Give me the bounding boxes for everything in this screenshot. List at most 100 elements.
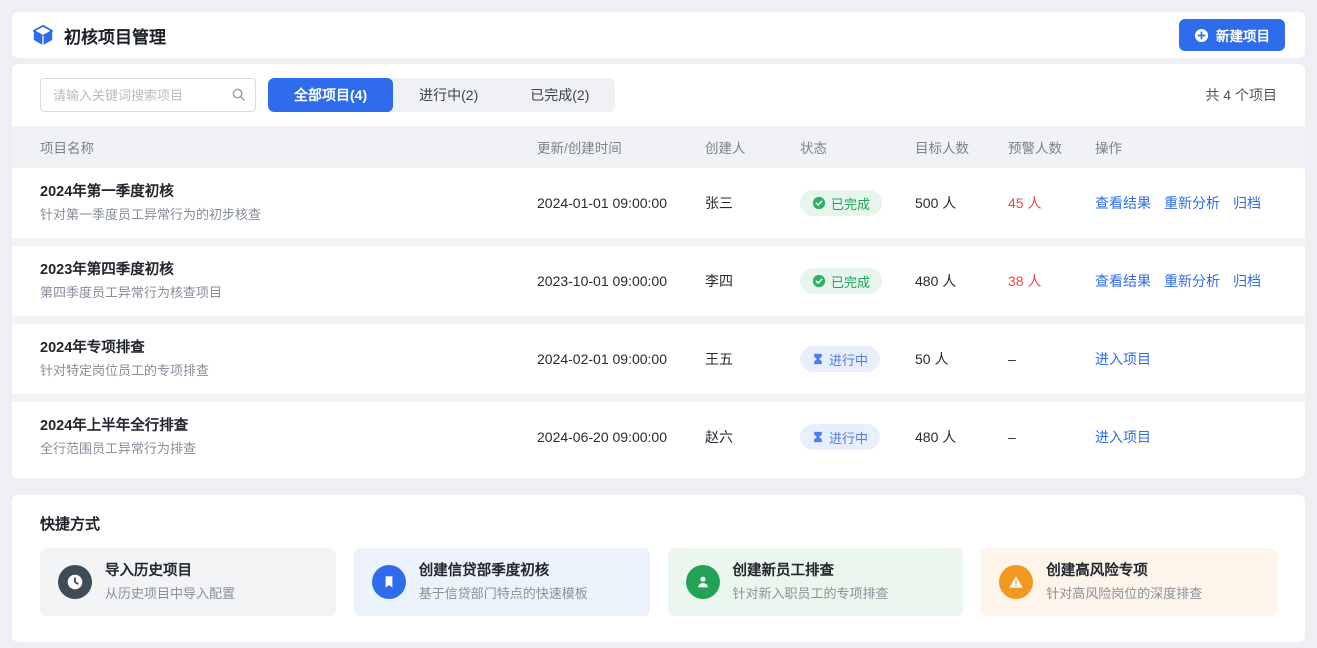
project-desc: 第四季度员工异常行为核查项目 bbox=[40, 286, 537, 299]
project-name: 2024年专项排查 bbox=[40, 341, 537, 356]
shortcut-desc: 针对高风险岗位的深度排查 bbox=[1046, 587, 1202, 600]
project-name-cell: 2024年专项排查 针对特定岗位员工的专项排查 bbox=[40, 341, 537, 378]
target-count: 480 人 bbox=[915, 427, 1008, 447]
project-creator: 李四 bbox=[705, 271, 800, 291]
archive-link[interactable]: 归档 bbox=[1233, 271, 1261, 291]
status-badge: 已完成 bbox=[800, 190, 882, 216]
search-icon bbox=[231, 87, 246, 107]
project-name: 2024年第一季度初核 bbox=[40, 185, 537, 200]
shortcut-credit-dept-review[interactable]: 创建信贷部季度初核 基于信贷部门特点的快速模板 bbox=[354, 548, 650, 616]
titlebar: 初核项目管理 新建项目 bbox=[12, 12, 1305, 58]
warning-icon bbox=[999, 565, 1033, 599]
status-badge: 进行中 bbox=[800, 424, 880, 450]
project-desc: 针对特定岗位员工的专项排查 bbox=[40, 364, 537, 377]
shortcut-text: 创建新员工排查 针对新入职员工的专项排查 bbox=[733, 564, 889, 600]
new-project-button[interactable]: 新建项目 bbox=[1179, 19, 1285, 51]
project-name: 2024年上半年全行排查 bbox=[40, 419, 537, 434]
project-time: 2023-10-01 09:00:00 bbox=[537, 273, 705, 289]
row-divider bbox=[12, 316, 1305, 324]
target-count: 50 人 bbox=[915, 349, 1008, 369]
enter-project-link[interactable]: 进入项目 bbox=[1095, 349, 1151, 369]
project-name-cell: 2024年上半年全行排查 全行范围员工异常行为排查 bbox=[40, 419, 537, 456]
warning-count: 38 人 bbox=[1008, 271, 1095, 291]
shortcut-desc: 针对新入职员工的专项排查 bbox=[733, 587, 889, 600]
shortcut-cards: 导入历史项目 从历史项目中导入配置 创建信贷部季度初核 基于信贷部门特点的快速模… bbox=[40, 548, 1277, 616]
shortcut-title: 创建信贷部季度初核 bbox=[419, 564, 588, 579]
shortcut-title: 创建高风险专项 bbox=[1046, 564, 1202, 579]
shortcut-text: 创建高风险专项 针对高风险岗位的深度排查 bbox=[1046, 564, 1202, 600]
archive-link[interactable]: 归档 bbox=[1233, 193, 1261, 213]
project-desc: 针对第一季度员工异常行为的初步核查 bbox=[40, 208, 537, 221]
project-desc: 全行范围员工异常行为排查 bbox=[40, 442, 537, 455]
table-row: 2024年专项排查 针对特定岗位员工的专项排查 2024-02-01 09:00… bbox=[12, 324, 1305, 394]
project-time: 2024-06-20 09:00:00 bbox=[537, 429, 705, 445]
status-badge: 已完成 bbox=[800, 268, 882, 294]
table-row: 2023年第四季度初核 第四季度员工异常行为核查项目 2023-10-01 09… bbox=[12, 246, 1305, 316]
table-row: 2024年第一季度初核 针对第一季度员工异常行为的初步核查 2024-01-01… bbox=[12, 168, 1305, 238]
search-box bbox=[40, 78, 256, 112]
project-count: 共 4 个项目 bbox=[1205, 85, 1277, 105]
project-status-cell: 进行中 bbox=[800, 346, 915, 372]
project-creator: 赵六 bbox=[705, 427, 800, 447]
project-creator: 张三 bbox=[705, 193, 800, 213]
warning-count: – bbox=[1008, 351, 1095, 367]
tab-in-progress[interactable]: 进行中(2) bbox=[393, 78, 504, 112]
project-list-panel: 全部项目(4) 进行中(2) 已完成(2) 共 4 个项目 项目名称 更新/创建… bbox=[12, 64, 1305, 478]
reanalyze-link[interactable]: 重新分析 bbox=[1164, 271, 1220, 291]
project-time: 2024-02-01 09:00:00 bbox=[537, 351, 705, 367]
reanalyze-link[interactable]: 重新分析 bbox=[1164, 193, 1220, 213]
search-input[interactable] bbox=[40, 78, 256, 112]
row-actions: 进入项目 bbox=[1095, 427, 1277, 447]
warning-count: – bbox=[1008, 429, 1095, 445]
col-header-creator: 创建人 bbox=[705, 137, 800, 157]
col-header-status: 状态 bbox=[800, 137, 915, 157]
shortcut-high-risk-special[interactable]: 创建高风险专项 针对高风险岗位的深度排查 bbox=[981, 548, 1277, 616]
hourglass-icon bbox=[812, 431, 824, 443]
col-header-actions: 操作 bbox=[1095, 137, 1277, 157]
person-icon bbox=[686, 565, 720, 599]
col-header-time: 更新/创建时间 bbox=[537, 137, 705, 157]
project-status-cell: 已完成 bbox=[800, 190, 915, 216]
view-results-link[interactable]: 查看结果 bbox=[1095, 271, 1151, 291]
page-title: 初核项目管理 bbox=[64, 23, 166, 48]
project-creator: 王五 bbox=[705, 349, 800, 369]
row-divider bbox=[12, 238, 1305, 246]
clock-icon bbox=[58, 565, 92, 599]
view-results-link[interactable]: 查看结果 bbox=[1095, 193, 1151, 213]
plus-circle-icon bbox=[1194, 28, 1209, 43]
shortcuts-panel: 快捷方式 导入历史项目 从历史项目中导入配置 创建信贷部季度初核 基于信贷部门特… bbox=[12, 495, 1305, 642]
enter-project-link[interactable]: 进入项目 bbox=[1095, 427, 1151, 447]
shortcut-text: 创建信贷部季度初核 基于信贷部门特点的快速模板 bbox=[419, 564, 588, 600]
shortcut-new-employee-check[interactable]: 创建新员工排查 针对新入职员工的专项排查 bbox=[668, 548, 964, 616]
col-header-name: 项目名称 bbox=[40, 137, 537, 157]
status-label: 进行中 bbox=[829, 428, 868, 447]
shortcut-title: 创建新员工排查 bbox=[733, 564, 889, 579]
col-header-target: 目标人数 bbox=[915, 137, 1008, 157]
tab-all-projects[interactable]: 全部项目(4) bbox=[268, 78, 393, 112]
shortcut-import-history[interactable]: 导入历史项目 从历史项目中导入配置 bbox=[40, 548, 336, 616]
project-name: 2023年第四季度初核 bbox=[40, 263, 537, 278]
status-label: 进行中 bbox=[829, 350, 868, 369]
target-count: 480 人 bbox=[915, 271, 1008, 291]
shortcuts-title: 快捷方式 bbox=[40, 513, 1277, 534]
col-header-warning: 预警人数 bbox=[1008, 137, 1095, 157]
row-actions: 进入项目 bbox=[1095, 349, 1277, 369]
table-row: 2024年上半年全行排查 全行范围员工异常行为排查 2024-06-20 09:… bbox=[12, 402, 1305, 472]
bookmark-icon bbox=[372, 565, 406, 599]
row-actions: 查看结果 重新分析 归档 bbox=[1095, 271, 1277, 291]
toolbar: 全部项目(4) 进行中(2) 已完成(2) 共 4 个项目 bbox=[12, 64, 1305, 126]
warning-count: 45 人 bbox=[1008, 193, 1095, 213]
project-name-cell: 2024年第一季度初核 针对第一季度员工异常行为的初步核查 bbox=[40, 185, 537, 222]
tab-completed[interactable]: 已完成(2) bbox=[504, 78, 615, 112]
shortcut-title: 导入历史项目 bbox=[105, 564, 235, 579]
project-time: 2024-01-01 09:00:00 bbox=[537, 195, 705, 211]
shortcut-desc: 基于信贷部门特点的快速模板 bbox=[419, 587, 588, 600]
check-circle-icon bbox=[812, 274, 826, 288]
check-circle-icon bbox=[812, 196, 826, 210]
row-actions: 查看结果 重新分析 归档 bbox=[1095, 193, 1277, 213]
row-divider bbox=[12, 394, 1305, 402]
shortcut-desc: 从历史项目中导入配置 bbox=[105, 587, 235, 600]
project-name-cell: 2023年第四季度初核 第四季度员工异常行为核查项目 bbox=[40, 263, 537, 300]
shortcut-text: 导入历史项目 从历史项目中导入配置 bbox=[105, 564, 235, 600]
table-header: 项目名称 更新/创建时间 创建人 状态 目标人数 预警人数 操作 bbox=[12, 126, 1305, 168]
